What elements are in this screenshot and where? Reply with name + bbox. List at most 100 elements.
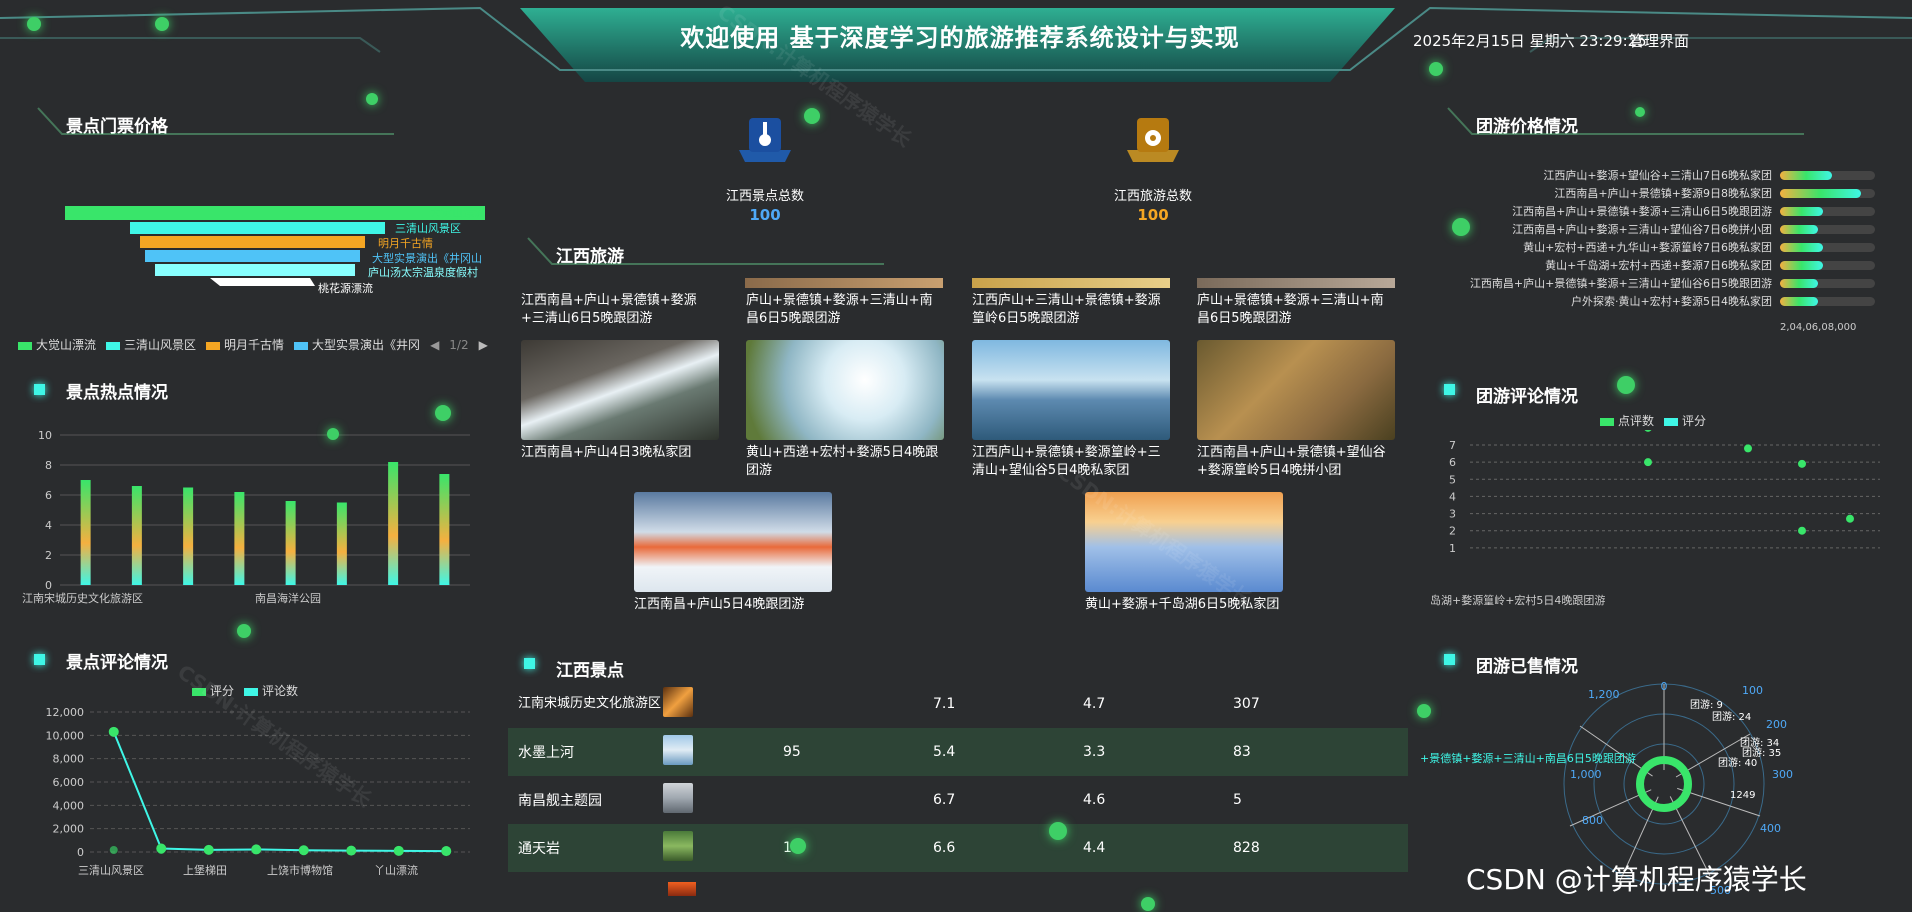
scenic-name[interactable]: 水墨上河 xyxy=(508,728,663,776)
funnel-label-2: 三清山风景区 xyxy=(395,222,461,235)
bar-row[interactable]: 黄山+千岛湖+宏村+西递+婺源7日6晚私家团 xyxy=(1400,256,1880,274)
tour-card-caption[interactable]: 江西庐山+三清山+景德镇+婺源篁岭6日5晚跟团游 xyxy=(972,292,1170,328)
hot-xlabel-2: 南昌海洋公园 xyxy=(255,592,321,605)
tour-card-caption[interactable]: 黄山+婺源+千岛湖6日5晚私家团 xyxy=(1085,596,1283,614)
y-tick: 6,000 xyxy=(53,776,85,789)
legend-next-icon[interactable]: ▶ xyxy=(479,338,488,352)
y-tick: 0 xyxy=(77,846,84,859)
table-row[interactable]: 水墨上河 95 5.4 3.3 83 xyxy=(508,728,1408,776)
group-comment-legend: 点评数 评分 xyxy=(1600,412,1706,429)
legend-item[interactable]: 评分 xyxy=(1664,412,1706,429)
legend-item[interactable]: 点评数 xyxy=(1600,412,1654,429)
bar-row[interactable]: 黄山+宏村+西递+九华山+婺源篁岭7日6晚私家团 xyxy=(1400,238,1880,256)
bar-track xyxy=(1780,278,1875,288)
data-point xyxy=(109,846,118,854)
jx-scenic-title: 江西景点 xyxy=(556,661,624,681)
tour-card-caption[interactable]: 江西南昌+庐山4日3晚私家团 xyxy=(521,444,719,462)
ticket-legend: 大觉山漂流 三清山风景区 明月千古情 大型实景演出《井冈 ◀ 1/2 ▶ xyxy=(18,336,488,353)
bar-track xyxy=(1780,224,1875,234)
card-image[interactable] xyxy=(745,278,943,288)
polar-label: 1249 xyxy=(1730,790,1755,801)
tour-card-caption[interactable]: 江西南昌+庐山+景德镇+望仙谷+婺源篁岭5日4晚拼小团 xyxy=(1197,444,1395,480)
card-image[interactable] xyxy=(972,278,1170,288)
legend-item[interactable]: 评论数 xyxy=(244,682,298,699)
tour-card[interactable]: 江西南昌+庐山5日4晚跟团游 xyxy=(634,492,832,614)
tour-card[interactable]: 江西南昌+庐山+景德镇+望仙谷+婺源篁岭5日4晚拼小团 xyxy=(1197,340,1395,480)
bar-row[interactable]: 江西南昌+庐山+景德镇+婺源9日8晚私家团 xyxy=(1400,184,1880,202)
bar-fill xyxy=(1780,170,1833,180)
tour-card[interactable]: 江西南昌+庐山4日3晚私家团 xyxy=(521,340,719,462)
glow-dot xyxy=(327,428,339,440)
legend-item[interactable]: 大觉山漂流 xyxy=(18,336,96,353)
glow-dot xyxy=(1417,704,1431,718)
tour-card-caption[interactable]: 黄山+西递+宏村+婺源5日4晚跟团游 xyxy=(746,444,944,480)
legend-page: 1/2 xyxy=(449,337,469,352)
comment-title-mark xyxy=(34,654,45,665)
tour-card-caption[interactable]: 庐山+景德镇+婺源+三清山+南昌6日5晚跟团游 xyxy=(1197,292,1395,328)
scenic-name[interactable]: 南昌舰主题园 xyxy=(508,776,663,824)
tour-total-value: 100 xyxy=(1137,206,1169,224)
bar-row[interactable]: 江西庐山+婺源+望仙谷+三清山7日6晚私家团 xyxy=(1400,166,1880,184)
polar-tick: 200 xyxy=(1766,718,1787,731)
bar xyxy=(80,480,91,585)
table-row[interactable]: 南昌舰主题园 6.7 4.6 5 xyxy=(508,776,1408,824)
scenic-thumb[interactable] xyxy=(663,831,693,861)
legend-prev-icon[interactable]: ◀ xyxy=(430,338,439,352)
thermometer-icon xyxy=(739,118,791,162)
y-tick: 8 xyxy=(45,459,52,472)
waterfall-image[interactable] xyxy=(521,340,719,440)
hot-xlabel-1: 江南宋城历史文化旅游区 xyxy=(22,592,143,605)
polar-tick: 0 xyxy=(1661,680,1668,693)
bar-row[interactable]: 户外探索·黄山+宏村+婺源5日4晚私家团 xyxy=(1400,292,1880,310)
bar-label: 江西南昌+庐山+景德镇+婺源9日8晚私家团 xyxy=(1554,187,1772,200)
table-row[interactable]: 江南宋城历史文化旅游区 7.1 4.7 307 xyxy=(508,680,1408,728)
legend-item[interactable]: 三清山风景区 xyxy=(106,336,196,353)
comment-title: 景点评论情况 xyxy=(66,653,168,673)
card-image[interactable] xyxy=(1197,278,1395,288)
bar-label: 黄山+宏村+西递+九华山+婺源篁岭7日6晚私家团 xyxy=(1523,241,1772,254)
scenic-name[interactable]: 江南宋城历史文化旅游区 xyxy=(508,680,663,728)
polar-tick: 300 xyxy=(1772,768,1793,781)
bar-row[interactable]: 江西南昌+庐山+景德镇+婺源+三清山6日5晚跟团游 xyxy=(1400,202,1880,220)
bar-row[interactable]: 江西南昌+庐山+景德镇+婺源+三清山+望仙谷6日5晚跟团游 xyxy=(1400,274,1880,292)
group-comment-title-mark xyxy=(1444,384,1455,395)
comment-xlabel-2: 上堡梯田 xyxy=(183,864,227,877)
y-tick: 6 xyxy=(45,489,52,502)
tour-card[interactable]: 黄山+西递+宏村+婺源5日4晚跟团游 xyxy=(746,340,944,480)
table-row[interactable]: 通天岩 17 6.6 4.4 828 xyxy=(508,824,1408,872)
admin-link[interactable]: 管理界面 xyxy=(1629,30,1689,51)
bar xyxy=(388,462,399,585)
y-tick: 6 xyxy=(1449,456,1456,469)
bar xyxy=(234,492,245,585)
scenic-thumb[interactable] xyxy=(668,882,696,896)
polar-label: 团游: 24 xyxy=(1712,710,1751,723)
polar-tick: 1,000 xyxy=(1570,768,1602,781)
bar-label: 江西南昌+庐山+景德镇+婺源+三清山6日5晚跟团游 xyxy=(1512,205,1772,218)
scenic-thumb[interactable] xyxy=(663,783,693,813)
tour-card-caption[interactable]: 庐山+景德镇+婺源+三清山+南昌6日5晚跟团游 xyxy=(746,292,944,328)
scenic-thumb[interactable] xyxy=(663,687,693,717)
legend-item[interactable]: 大型实景演出《井冈 xyxy=(294,336,420,353)
bar-label: 户外探索·黄山+宏村+婺源5日4晚私家团 xyxy=(1571,295,1772,308)
tour-card-caption[interactable]: 江西南昌+庐山5日4晚跟团游 xyxy=(634,596,832,614)
scenic-name[interactable]: 通天岩 xyxy=(508,824,663,872)
legend-item[interactable]: 明月千古情 xyxy=(206,336,284,353)
lake-image[interactable] xyxy=(972,340,1170,440)
y-tick: 3 xyxy=(1449,508,1456,521)
data-point xyxy=(204,846,213,854)
y-tick: 2 xyxy=(45,549,52,562)
y-tick: 8,000 xyxy=(53,753,85,766)
tour-card-caption[interactable]: 江西南昌+庐山+景德镇+婺源+三清山6日5晚跟团游 xyxy=(521,292,719,328)
bar-track xyxy=(1780,188,1875,198)
bar xyxy=(183,487,194,585)
snow-lantern-image[interactable] xyxy=(634,492,832,592)
scenic-thumb[interactable] xyxy=(663,735,693,765)
bar-fill xyxy=(1780,296,1818,306)
group-sold-title: 团游已售情况 xyxy=(1476,657,1578,677)
y-tick: 4 xyxy=(45,519,52,532)
bar-fill xyxy=(1780,278,1818,288)
village-image[interactable] xyxy=(1197,340,1395,440)
polar-label: 团游: 40 xyxy=(1718,756,1757,769)
bar-row[interactable]: 江西南昌+庐山+婺源+三清山+望仙谷7日6晚拼小团 xyxy=(1400,220,1880,238)
mountain-mist-image[interactable] xyxy=(746,340,944,440)
